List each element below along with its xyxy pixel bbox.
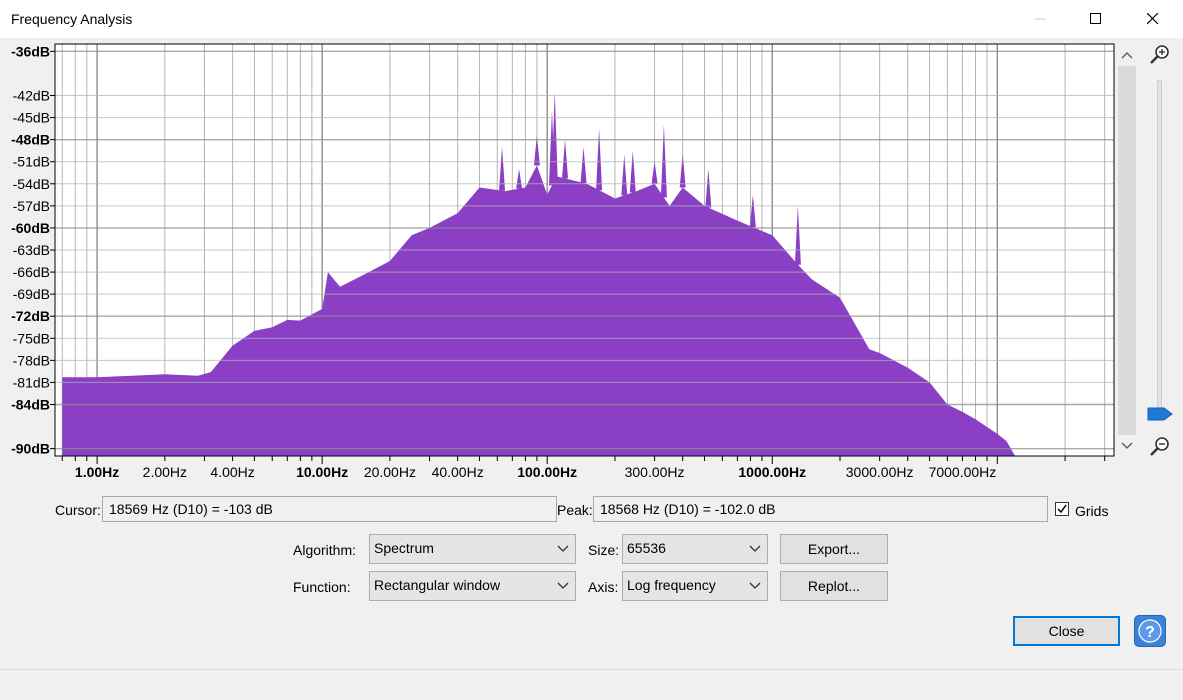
function-label: Function: [293,579,351,595]
zoom-in-icon[interactable] [1149,44,1171,66]
db-tick-label: -57dB [13,198,50,214]
freq-tick-label: 40.00Hz [432,464,484,480]
grids-checkbox[interactable] [1055,502,1069,516]
chevron-down-icon[interactable] [1119,441,1135,453]
size-value: 65536 [627,540,666,556]
replot-button[interactable]: Replot... [780,571,888,601]
freq-tick-label: 7000.00Hz [929,464,997,480]
spectrum-plot-area[interactable]: -36dB -42dB -45dB -48dB -51dB -54dB -57dB -60dB… [0,38,1183,488]
size-select[interactable]: 65536 [622,534,768,564]
minimize-icon[interactable] [1018,0,1064,38]
peak-readout: 18568 Hz (D10) = -102.0 dB [593,496,1048,522]
db-tick-label: -75dB [13,330,50,346]
chevron-down-icon [557,541,569,558]
db-tick-label: -36dB [11,43,50,59]
db-tick-label: -90dB [11,441,50,457]
vertical-scrollbar[interactable] [1118,66,1136,435]
freq-tick-label: 1000.00Hz [738,464,806,480]
freq-tick-label: 300.00Hz [625,464,685,480]
cursor-readout: 18569 Hz (D10) = -103 dB [102,496,557,522]
db-tick-label: -48dB [11,132,50,148]
chevron-down-icon [557,578,569,595]
axis-select[interactable]: Log frequency [622,571,768,601]
axis-label: Axis: [588,579,619,595]
zoom-out-icon[interactable] [1149,436,1171,458]
db-tick-label: -60dB [11,220,50,236]
db-tick-label: -66dB [13,264,50,280]
chevron-up-icon[interactable] [1119,50,1135,62]
zoom-slider-track[interactable] [1157,80,1162,412]
function-select[interactable]: Rectangular window [369,571,576,601]
grids-label: Grids [1075,503,1109,519]
freq-tick-label: 100.00Hz [517,464,577,480]
algorithm-select[interactable]: Spectrum [369,534,576,564]
db-tick-label: -63dB [13,242,50,258]
freq-tick-label: 1.00Hz [75,464,119,480]
chevron-down-icon [749,541,761,558]
freq-tick-label: 4.00Hz [210,464,254,480]
db-tick-label: -72dB [11,308,50,324]
db-tick-label: -54dB [13,176,50,192]
maximize-icon[interactable] [1073,0,1119,38]
freq-tick-label: 20.00Hz [364,464,416,480]
window-title: Frequency Analysis [11,11,133,27]
cursor-label: Cursor: [55,502,101,518]
axis-value: Log frequency [627,577,716,593]
zoom-slider-thumb[interactable] [1147,407,1173,424]
freq-tick-label: 2.00Hz [143,464,187,480]
freq-tick-label: 3000.00Hz [846,464,914,480]
chevron-down-icon [749,578,761,595]
db-tick-label: -81dB [13,374,50,390]
db-tick-label: -51dB [13,154,50,170]
peak-label: Peak: [557,502,593,518]
db-tick-label: -78dB [13,352,50,368]
title-bar: Frequency Analysis [0,0,1183,38]
db-tick-label: -84dB [11,397,50,413]
db-tick-label: -69dB [13,286,50,302]
size-label: Size: [588,542,620,558]
algorithm-label: Algorithm: [293,542,357,558]
freq-tick-label: 10.00Hz [296,464,348,480]
algorithm-value: Spectrum [374,540,434,556]
db-tick-label: -45dB [13,110,50,126]
status-bar [0,669,1183,700]
help-button[interactable]: ? [1134,615,1166,647]
close-icon[interactable] [1130,0,1176,38]
spectrum-plot[interactable]: -36dB -42dB -45dB -48dB -51dB -54dB -57dB -60dB… [0,38,1183,488]
function-value: Rectangular window [374,577,501,593]
help-icon: ? [1145,624,1155,641]
close-button[interactable]: Close [1013,616,1120,646]
export-button[interactable]: Export... [780,534,888,564]
db-tick-label: -42dB [13,88,50,104]
